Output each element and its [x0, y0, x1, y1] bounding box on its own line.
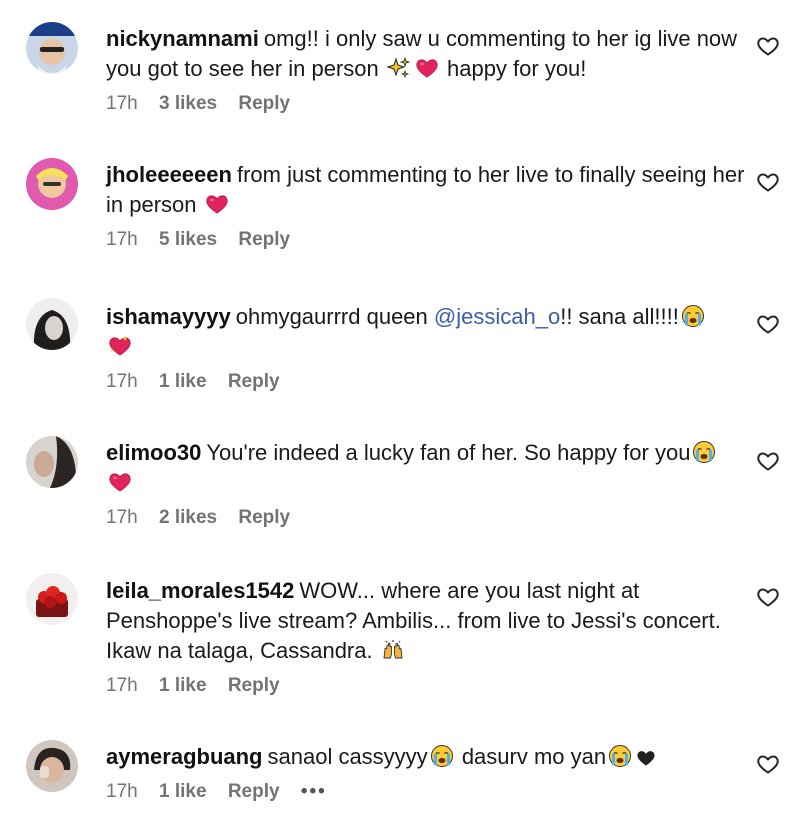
reply-button[interactable]: Reply	[238, 507, 290, 528]
username[interactable]: leila_morales1542	[106, 578, 294, 603]
likes-count[interactable]: 1 like	[159, 675, 207, 696]
avatar[interactable]	[26, 573, 78, 625]
reply-button[interactable]: Reply	[228, 675, 280, 696]
like-heart-icon[interactable]	[756, 585, 780, 609]
likes-count[interactable]: 3 likes	[159, 93, 217, 114]
avatar[interactable]	[26, 298, 78, 350]
avatar[interactable]	[26, 740, 78, 792]
avatar[interactable]	[26, 158, 78, 210]
more-options-button[interactable]: •••	[301, 781, 327, 802]
red-heart-icon	[415, 56, 439, 80]
comment-time: 17h	[106, 229, 138, 250]
like-heart-icon[interactable]	[756, 752, 780, 776]
comment-text: sanaol cassyyyy	[267, 744, 428, 769]
likes-count[interactable]: 2 likes	[159, 507, 217, 528]
crying-face-icon	[681, 304, 705, 328]
like-heart-icon[interactable]	[756, 170, 780, 194]
like-heart-icon[interactable]	[756, 34, 780, 58]
black-heart-icon	[636, 748, 656, 768]
sparkles-icon	[387, 56, 411, 80]
avatar[interactable]	[26, 436, 78, 488]
raised-hands-icon	[381, 638, 405, 662]
comment-text: ohmygaurrrd queen	[235, 304, 428, 329]
mention-link[interactable]: @jessicah_o	[434, 304, 560, 329]
likes-count[interactable]: 5 likes	[159, 229, 217, 250]
likes-count[interactable]: 1 like	[159, 781, 207, 802]
comment-text-end: !! sana all!!!!	[560, 304, 679, 329]
reply-button[interactable]: Reply	[238, 229, 290, 250]
username[interactable]: nickynamnami	[106, 26, 259, 51]
sparkling-heart-icon	[108, 334, 132, 358]
username[interactable]: ishamayyyy	[106, 304, 231, 329]
crying-face-icon	[430, 744, 454, 768]
reply-button[interactable]: Reply	[228, 781, 280, 802]
comment-text-end: happy for you!	[446, 56, 587, 81]
comment-time: 17h	[106, 507, 138, 528]
reply-button[interactable]: Reply	[238, 93, 290, 114]
username[interactable]: jholeeeeeen	[106, 162, 232, 187]
like-heart-icon[interactable]	[756, 449, 780, 473]
reply-button[interactable]: Reply	[228, 371, 280, 392]
comment-text-end: dasurv mo yan	[461, 744, 607, 769]
comment-time: 17h	[106, 781, 138, 802]
red-heart-icon	[205, 192, 229, 216]
crying-face-icon	[692, 440, 716, 464]
avatar[interactable]	[26, 22, 78, 74]
crying-face-icon	[608, 744, 632, 768]
username[interactable]: elimoo30	[106, 440, 201, 465]
comment-time: 17h	[106, 93, 138, 114]
comment-text: You're indeed a lucky fan of her. So hap…	[206, 440, 691, 465]
like-heart-icon[interactable]	[756, 312, 780, 336]
comment-time: 17h	[106, 371, 138, 392]
likes-count[interactable]: 1 like	[159, 371, 207, 392]
username[interactable]: aymeragbuang	[106, 744, 263, 769]
comment-time: 17h	[106, 675, 138, 696]
red-heart-icon	[108, 470, 132, 494]
